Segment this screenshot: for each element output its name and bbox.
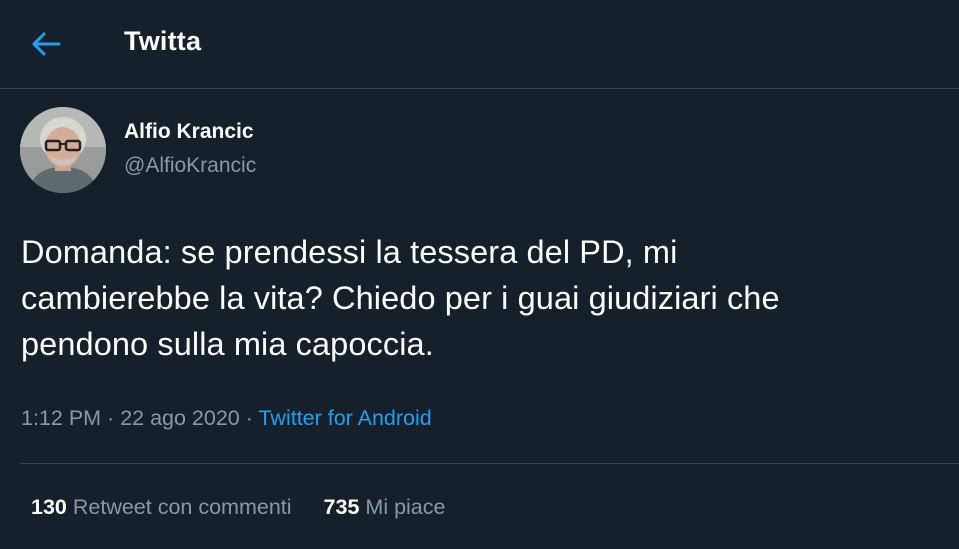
retweets-label: Retweet con commenti (72, 495, 292, 519)
retweets-count: 130 (31, 495, 67, 519)
likes-label: Mi piace (365, 495, 446, 519)
tweet-text-line: pendono sulla mia capoccia. (21, 326, 434, 362)
tweet-meta: 1:12 PM · 22 ago 2020 · Twitter for Andr… (21, 406, 432, 431)
likes-count: 735 (323, 495, 360, 519)
page-title: Twitta (124, 26, 202, 56)
tweet-time[interactable]: 1:12 PM (21, 406, 101, 430)
meta-separator: · (101, 406, 121, 430)
author-name[interactable]: Alfio Krancic (124, 120, 254, 144)
likes-stat[interactable]: 735 Mi piace (324, 495, 446, 520)
tweet-date[interactable]: 22 ago 2020 (120, 406, 240, 430)
author-handle[interactable]: @AlfioKrancic (124, 154, 256, 178)
tweet-stats: 130 Retweet con commenti 735 Mi piace (31, 495, 445, 520)
avatar[interactable] (20, 107, 106, 193)
back-button[interactable] (26, 24, 66, 64)
tweet-source-link[interactable]: Twitter for Android (258, 406, 431, 430)
avatar-image (20, 107, 106, 193)
tweet-text: Domanda: se prendessi la tessera del PD,… (21, 229, 956, 367)
meta-separator: · (239, 406, 259, 430)
top-bar: Twitta (0, 0, 959, 89)
divider (20, 463, 959, 464)
arrow-left-icon (32, 32, 61, 56)
retweets-stat[interactable]: 130 Retweet con commenti (31, 495, 292, 520)
tweet-text-line: cambierebbe la vita? Chiedo per i guai g… (21, 280, 780, 316)
tweet-text-line: Domanda: se prendessi la tessera del PD,… (21, 234, 678, 270)
